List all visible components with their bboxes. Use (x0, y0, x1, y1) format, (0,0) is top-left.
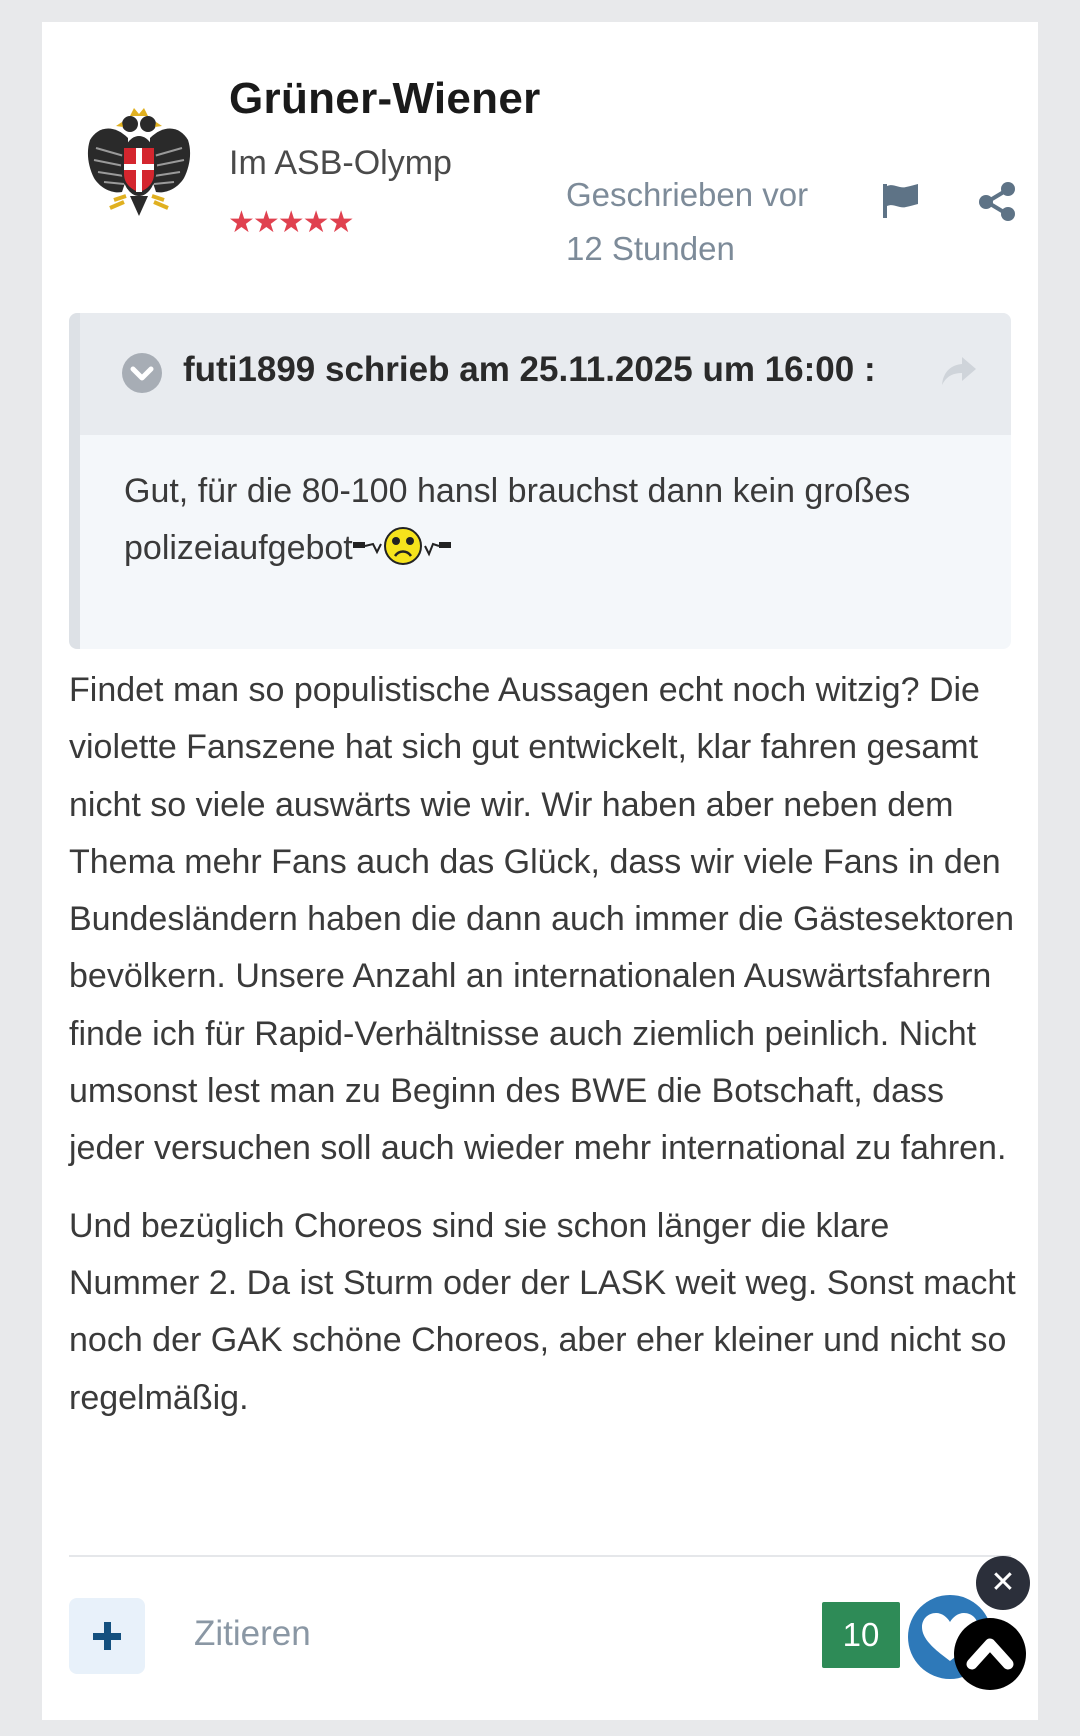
author-avatar[interactable] (84, 104, 194, 224)
reaction-count-badge[interactable]: 10 (822, 1602, 900, 1668)
vienna-eagle-crest-icon (87, 108, 191, 216)
post-paragraph: Findet man so populistische Aussagen ech… (69, 671, 1015, 1168)
share-button[interactable] (975, 178, 1021, 224)
author-name[interactable]: Grüner-Wiener (229, 74, 541, 124)
post-timestamp-line1: Geschrieben vor (566, 176, 809, 213)
flag-icon (883, 184, 918, 218)
scroll-to-top-button[interactable] (954, 1618, 1026, 1690)
report-button[interactable] (878, 178, 924, 224)
share-icon (979, 182, 1015, 221)
post-timestamp[interactable]: Geschrieben vor 12 Stunden (566, 168, 836, 276)
quote-citation: futi1899 schrieb am 25.11.2025 um 16:00 … (183, 350, 876, 389)
quote-block: futi1899 schrieb am 25.11.2025 um 16:00 … (69, 313, 1011, 649)
footer-divider (69, 1555, 1011, 1557)
quote-collapse-button[interactable] (122, 353, 162, 393)
sad-smiley-emoji-icon (352, 524, 453, 568)
post-card: Grüner-Wiener Im ASB-Olymp ★★★★★ Geschri… (42, 22, 1038, 1720)
quote-text: Gut, für die 80-100 hansl brauchst dann … (124, 463, 984, 577)
post-paragraph: Und bezüglich Choreos sind sie schon län… (69, 1206, 1016, 1417)
close-button[interactable]: ✕ (976, 1556, 1030, 1610)
quote-text-content: Gut, für die 80-100 hansl brauchst dann … (124, 472, 911, 567)
multiquote-add-button[interactable] (69, 1598, 145, 1674)
author-rank-stars: ★★★★★ (228, 206, 354, 239)
share-arrow-icon (942, 357, 976, 385)
chevron-down-icon (130, 366, 154, 381)
goto-quoted-post-button[interactable] (938, 351, 982, 391)
post-content: Findet man so populistische Aussagen ech… (69, 662, 1019, 1447)
quote-button[interactable]: Zitieren (194, 1614, 311, 1654)
post-timestamp-line2: 12 Stunden (566, 230, 735, 267)
chevron-up-icon (966, 1638, 1014, 1670)
author-rank: Im ASB-Olymp (229, 144, 452, 182)
quote-header: futi1899 schrieb am 25.11.2025 um 16:00 … (80, 313, 1011, 435)
